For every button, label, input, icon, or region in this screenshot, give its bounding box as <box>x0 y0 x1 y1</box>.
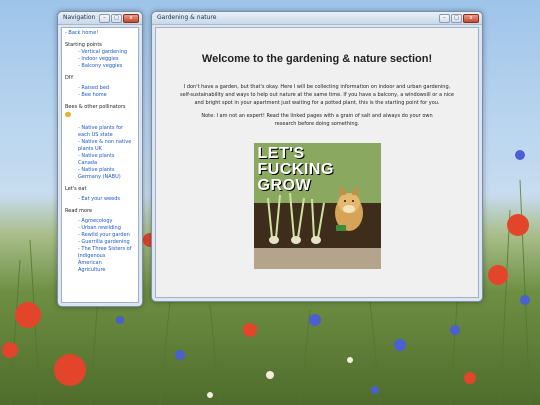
nav-link-three-sisters[interactable]: Indigenous <box>78 253 135 260</box>
nav-link-native-plants-uk[interactable]: plants UK <box>78 146 135 153</box>
section-heading: Bees & other pollinators <box>65 104 126 110</box>
nav-link-native-plants-canada[interactable]: Canada <box>78 160 135 167</box>
bee-icon <box>65 112 71 117</box>
nav-link-native-plants-canada[interactable]: - Native plants <box>78 153 135 160</box>
poster-line-3: GROW <box>257 177 312 194</box>
nav-link-bee-home[interactable]: - Bee home <box>78 92 135 99</box>
nav-link-urban-rewilding[interactable]: - Urban rewilding <box>78 225 135 232</box>
nav-link-native-plants-germany[interactable]: Germany (NABU) <box>78 174 135 181</box>
poster-caption: LET'S FUCKING GROW <box>258 146 334 194</box>
maximize-button[interactable]: □ <box>111 14 122 23</box>
nav-link-native-plants-us[interactable]: - Native plants for <box>78 125 135 132</box>
minimize-button[interactable]: – <box>439 14 450 23</box>
intro-paragraph: I don't have a garden, but that's okay. … <box>180 84 454 106</box>
nav-link-native-plants-us[interactable]: each US state <box>78 132 135 139</box>
nav-link-three-sisters[interactable]: American <box>78 260 135 267</box>
poster-line-1: LET'S <box>257 145 305 162</box>
section-heading: Read more <box>65 208 93 214</box>
navigation-panel: - Back home! Starting points - Vertical … <box>61 27 139 303</box>
nav-link-agroecology[interactable]: - Agroecology <box>78 218 135 225</box>
gardening-window[interactable]: Gardening & nature – □ x Welcome to the … <box>151 11 483 302</box>
section-heading: DIY <box>65 75 74 81</box>
nav-link-three-sisters[interactable]: - The Three Sisters of <box>78 246 135 253</box>
section-heading: Starting points <box>65 42 102 48</box>
gardening-content: Welcome to the gardening & nature sectio… <box>155 27 479 298</box>
nav-link-balcony-veggies[interactable]: - Balcony veggies <box>78 63 135 70</box>
navigation-titlebar[interactable]: Navigation – □ x <box>58 12 142 25</box>
navigation-window[interactable]: Navigation – □ x - Back home! Starting p… <box>57 11 143 307</box>
nav-link-indoor-veggies[interactable]: - Indoor veggies <box>78 56 135 63</box>
nav-link-eat-your-weeds[interactable]: - Eat your weeds <box>78 196 135 203</box>
nav-link-three-sisters[interactable]: Agriculture <box>78 267 135 274</box>
nav-link-native-plants-uk[interactable]: - Native & non native <box>78 139 135 146</box>
close-button[interactable]: x <box>123 14 139 23</box>
maximize-button[interactable]: □ <box>451 14 462 23</box>
gardening-titlebar[interactable]: Gardening & nature – □ x <box>152 12 482 25</box>
navigation-title: Navigation <box>63 14 96 21</box>
gardening-title: Gardening & nature <box>157 14 217 21</box>
minimize-button[interactable]: – <box>99 14 110 23</box>
nav-link-native-plants-germany[interactable]: - Native plants <box>78 167 135 174</box>
page-title: Welcome to the gardening & nature sectio… <box>201 53 433 65</box>
lets-grow-image: LET'S FUCKING GROW <box>253 143 381 269</box>
nav-link-raised-bed[interactable]: - Raised bed <box>78 85 135 92</box>
close-button[interactable]: x <box>463 14 479 23</box>
back-home-link[interactable]: - Back home! <box>65 30 135 37</box>
nav-link-rewild-garden[interactable]: - Rewild your garden <box>78 232 135 239</box>
nav-link-vertical-gardening[interactable]: - Vertical gardening <box>78 49 135 56</box>
nav-link-guerrilla-gardening[interactable]: - Guerrilla gardening <box>78 239 135 246</box>
section-heading: Let's eat <box>65 186 87 192</box>
poster-line-2: FUCKING <box>257 161 334 178</box>
note-paragraph: Note: I am not an expert! Read the linke… <box>201 113 433 127</box>
